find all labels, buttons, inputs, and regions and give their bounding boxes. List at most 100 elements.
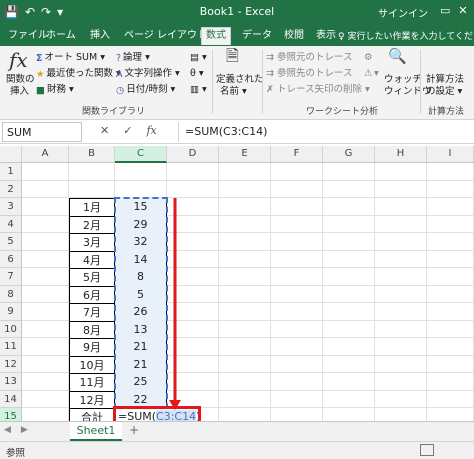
cell[interactable]	[167, 180, 219, 198]
error-check-icon[interactable]: ⚠	[364, 68, 373, 80]
select-all-corner[interactable]	[0, 146, 22, 163]
cell[interactable]	[323, 390, 375, 408]
cell[interactable]	[22, 303, 69, 321]
cell[interactable]	[271, 250, 323, 268]
cell[interactable]	[22, 320, 69, 338]
show-formulas-icon[interactable]: ⚙	[364, 52, 373, 64]
cell[interactable]	[219, 355, 271, 373]
cell[interactable]	[22, 215, 69, 233]
cell[interactable]	[323, 215, 375, 233]
column-header-h[interactable]: H	[375, 146, 427, 163]
insert-function-label1[interactable]: 関数の	[6, 74, 35, 86]
insert-function-label2[interactable]: 挿入	[10, 86, 29, 98]
cell[interactable]	[427, 163, 474, 181]
cell[interactable]	[22, 198, 69, 216]
signin-link[interactable]: サインイン	[378, 5, 428, 20]
insert-function-icon[interactable]: fx	[9, 48, 28, 72]
cell[interactable]	[219, 250, 271, 268]
month-cell[interactable]: 8月	[69, 320, 115, 339]
formula-input[interactable]: =SUM(C3:C14)	[178, 122, 472, 142]
cell[interactable]	[69, 180, 115, 198]
cell[interactable]	[271, 320, 323, 338]
cell[interactable]	[427, 215, 474, 233]
cell[interactable]	[375, 198, 427, 216]
cell[interactable]	[427, 390, 474, 408]
month-cell[interactable]: 3月	[69, 233, 115, 252]
row-header-14[interactable]: 14	[0, 390, 22, 408]
cell[interactable]	[115, 163, 167, 181]
cell[interactable]	[323, 180, 375, 198]
cell[interactable]	[427, 355, 474, 373]
value-cell[interactable]: 21	[115, 355, 167, 374]
cell[interactable]	[219, 303, 271, 321]
cell[interactable]	[271, 373, 323, 391]
cell[interactable]	[271, 215, 323, 233]
cell[interactable]	[219, 163, 271, 181]
cell[interactable]	[115, 180, 167, 198]
month-cell[interactable]: 10月	[69, 355, 115, 374]
cell[interactable]	[219, 233, 271, 251]
more-functions-button[interactable]: ▥ ▾	[190, 84, 207, 96]
cell[interactable]	[22, 390, 69, 408]
next-sheet-icon[interactable]: ▶	[21, 425, 28, 435]
month-cell[interactable]: 11月	[69, 373, 115, 392]
cell[interactable]	[271, 163, 323, 181]
cell[interactable]	[375, 320, 427, 338]
cell[interactable]	[427, 303, 474, 321]
cell[interactable]	[323, 373, 375, 391]
recent-functions-button[interactable]: ★ 最近使った関数 ▾	[36, 68, 121, 81]
cell[interactable]	[22, 285, 69, 303]
cell[interactable]	[375, 180, 427, 198]
month-cell[interactable]: 2月	[69, 215, 115, 234]
name-manager-icon[interactable]: 🗎	[226, 48, 239, 64]
cell[interactable]	[271, 390, 323, 408]
cell[interactable]	[219, 320, 271, 338]
datetime-button[interactable]: ◷ 日付/時刻 ▾	[116, 84, 175, 97]
row-header-11[interactable]: 11	[0, 338, 22, 356]
column-header-i[interactable]: I	[427, 146, 474, 163]
tab-formulas[interactable]: 数式	[201, 27, 231, 45]
column-header-g[interactable]: G	[323, 146, 375, 163]
cell[interactable]	[375, 250, 427, 268]
cell[interactable]	[375, 285, 427, 303]
cell[interactable]	[375, 215, 427, 233]
cell[interactable]	[219, 338, 271, 356]
cell[interactable]	[219, 198, 271, 216]
column-header-e[interactable]: E	[219, 146, 271, 163]
cell[interactable]	[219, 180, 271, 198]
value-cell[interactable]: 21	[115, 338, 167, 357]
cell[interactable]	[22, 355, 69, 373]
cell[interactable]	[22, 268, 69, 286]
calc-options-label2[interactable]: の設定 ▾	[426, 86, 462, 98]
cell[interactable]	[427, 373, 474, 391]
tab-data[interactable]: データ	[238, 28, 276, 46]
watch-window-icon[interactable]: 🔍	[388, 49, 407, 64]
remove-arrows-button[interactable]: ✗ トレース矢印の削除 ▾	[266, 84, 370, 96]
cell[interactable]	[323, 250, 375, 268]
value-cell[interactable]: 8	[115, 268, 167, 287]
cancel-icon[interactable]: ✕	[100, 124, 109, 137]
cell[interactable]	[375, 355, 427, 373]
row-header-7[interactable]: 7	[0, 268, 22, 286]
watch-window-label2[interactable]: ウィンドウ	[384, 86, 432, 98]
cell[interactable]	[375, 163, 427, 181]
month-cell[interactable]: 4月	[69, 250, 115, 269]
row-header-10[interactable]: 10	[0, 320, 22, 338]
math-button[interactable]: θ ▾	[190, 68, 204, 80]
defined-names-label1[interactable]: 定義された	[216, 74, 264, 86]
cell[interactable]	[427, 320, 474, 338]
tab-insert[interactable]: 挿入	[86, 28, 114, 46]
value-cell[interactable]: 25	[115, 373, 167, 392]
cell[interactable]	[69, 163, 115, 181]
trace-precedents-button[interactable]: ⇉ 参照元のトレース	[266, 52, 353, 64]
cell[interactable]	[219, 268, 271, 286]
calc-options-label1[interactable]: 計算方法	[426, 74, 464, 86]
cell[interactable]	[323, 198, 375, 216]
row-header-3[interactable]: 3	[0, 198, 22, 216]
add-sheet-button[interactable]: +	[126, 423, 142, 439]
cell[interactable]	[427, 198, 474, 216]
cell[interactable]	[219, 390, 271, 408]
enter-icon[interactable]: ✓	[123, 124, 132, 137]
cell[interactable]	[375, 268, 427, 286]
tab-home[interactable]: ホーム	[42, 28, 80, 46]
